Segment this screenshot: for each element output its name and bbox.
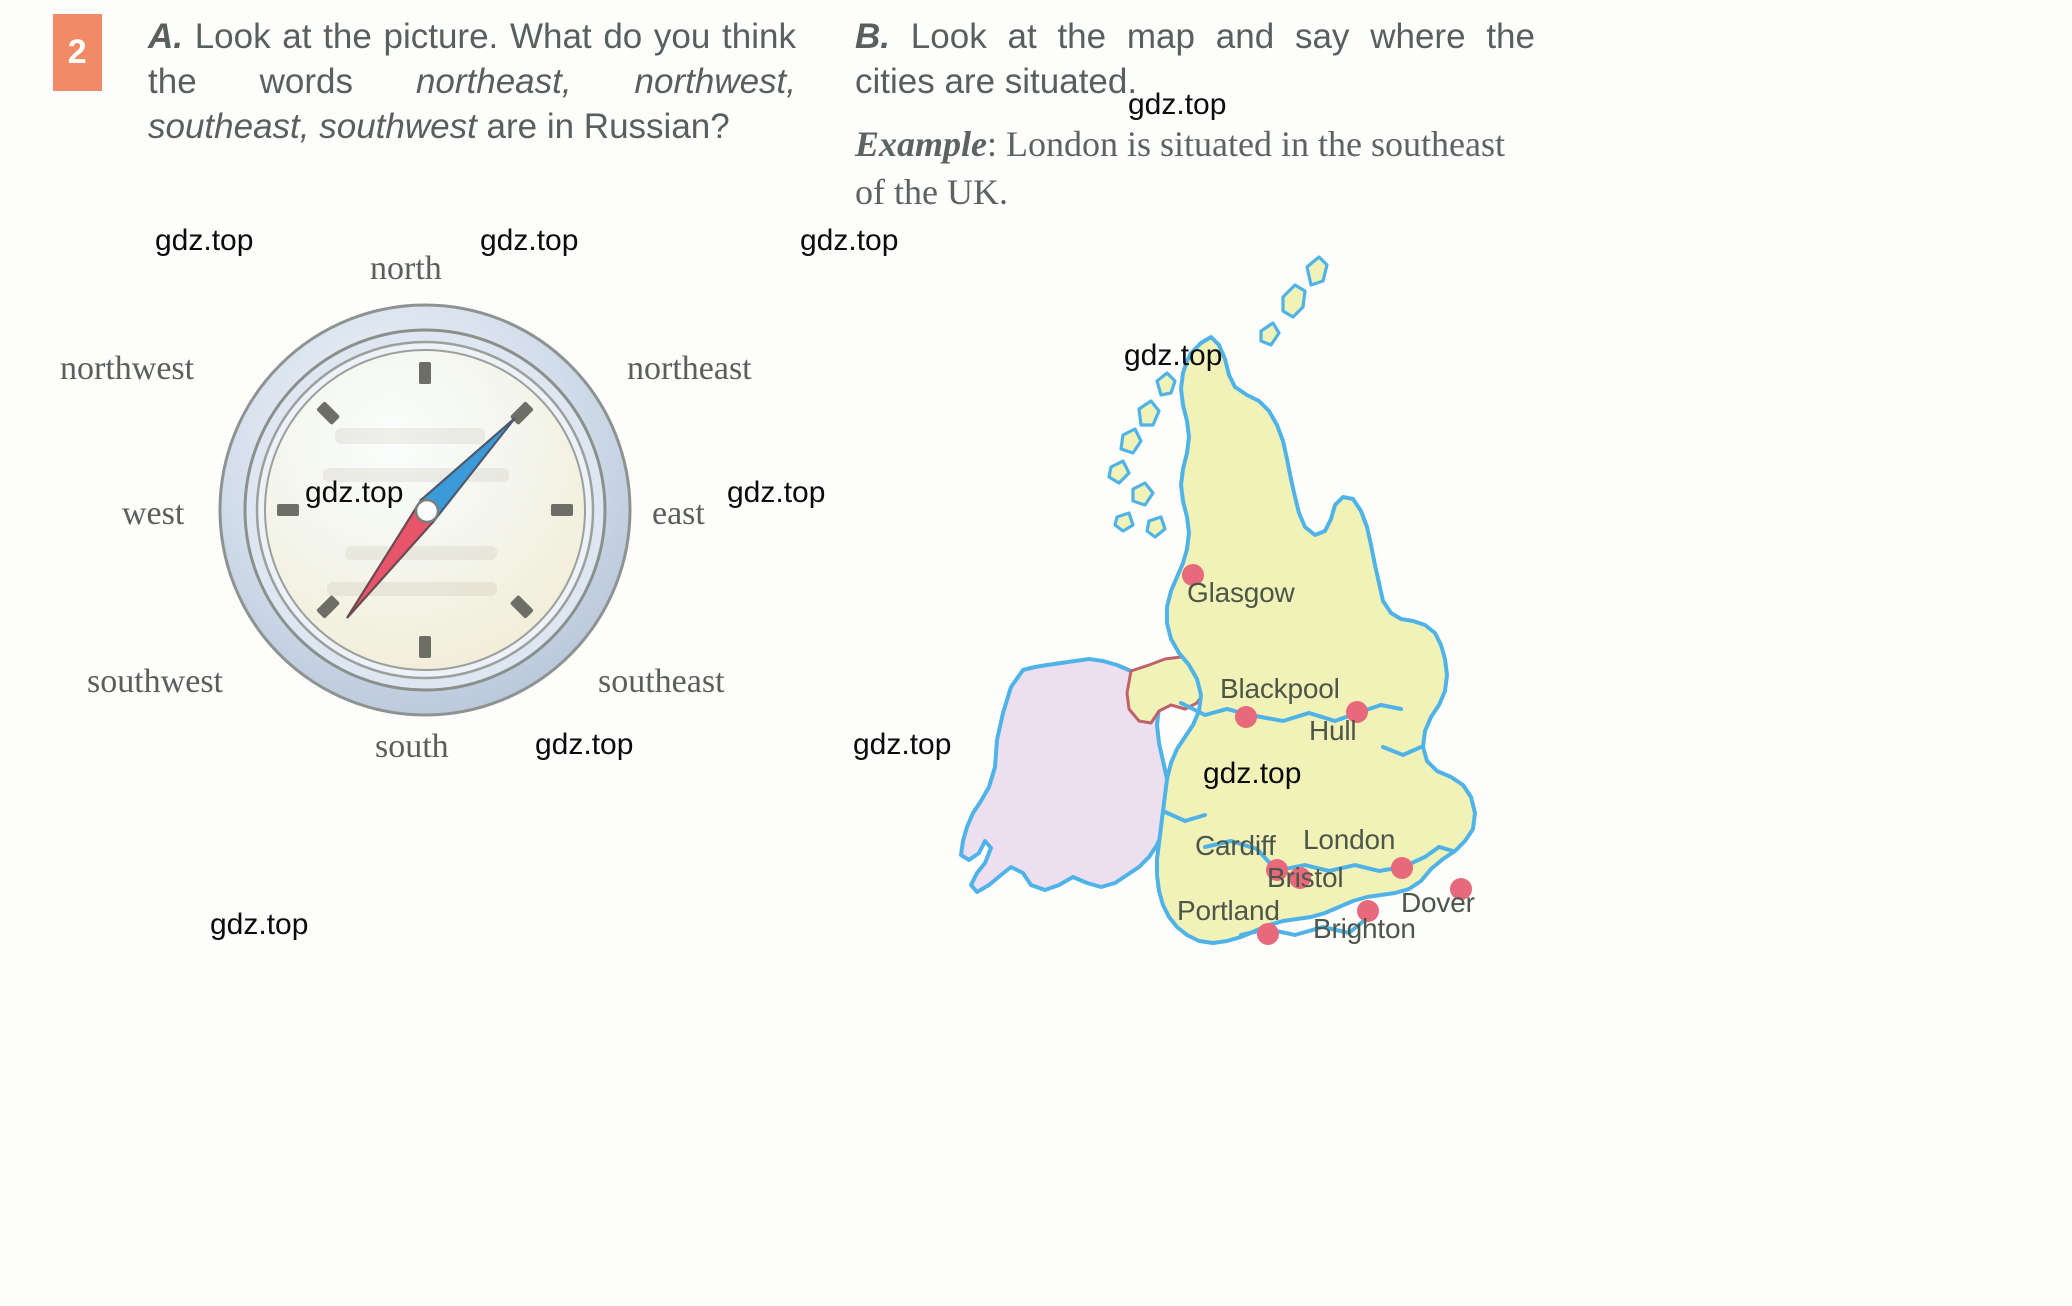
- task-a-italic-words: northeast, northwest, southeast, southwe…: [148, 62, 797, 146]
- task-a-label: A.: [148, 17, 183, 56]
- watermark: gdz.top: [210, 908, 309, 941]
- compass-label-north: north: [370, 250, 442, 287]
- watermark: gdz.top: [853, 728, 952, 761]
- city-label-portland: Portland: [1177, 895, 1280, 926]
- compass-label-southwest: southwest: [87, 663, 223, 700]
- exercise-number-badge: 2: [53, 14, 102, 91]
- compass-svg: [218, 303, 632, 717]
- textbook-page: 2 A. Look at the picture. What do you th…: [0, 0, 2072, 1306]
- example-word: Example: [855, 124, 987, 164]
- city-dot-london: [1391, 857, 1413, 879]
- city-label-blackpool: Blackpool: [1220, 673, 1340, 704]
- compass-label-northeast: northeast: [627, 350, 752, 387]
- watermark: gdz.top: [800, 224, 899, 257]
- example-colon: :: [987, 124, 998, 164]
- compass-needle-pivot: [414, 498, 440, 524]
- task-a-body: Look at the picture. What do you think t…: [148, 17, 797, 146]
- watermark: gdz.top: [480, 224, 579, 257]
- compass-illustration: [215, 300, 635, 720]
- task-b-label: B.: [855, 17, 890, 56]
- watermark: gdz.top: [1128, 88, 1227, 121]
- watermark: gdz.top: [305, 476, 404, 509]
- city-dot-blackpool: [1235, 706, 1257, 728]
- city-label-glasgow: Glasgow: [1187, 577, 1295, 608]
- exercise-number: 2: [67, 33, 88, 71]
- city-label-hull: Hull: [1309, 715, 1357, 746]
- compass-label-east: east: [652, 495, 705, 532]
- city-label-brighton: Brighton: [1313, 913, 1416, 944]
- watermark: gdz.top: [155, 224, 254, 257]
- watermark: gdz.top: [1203, 757, 1302, 790]
- compass-label-south: south: [375, 728, 449, 765]
- compass-label-northwest: northwest: [60, 350, 195, 387]
- compass-label-west: west: [122, 495, 185, 532]
- watermark: gdz.top: [535, 728, 634, 761]
- city-label-cardiff: Cardiff: [1195, 830, 1276, 861]
- watermark: gdz.top: [727, 476, 826, 509]
- compass-label-southeast: southeast: [598, 663, 725, 700]
- city-label-london: London: [1303, 824, 1396, 855]
- watermark: gdz.top: [1124, 339, 1223, 372]
- example-sentence: Example: London is situated in the south…: [855, 120, 1535, 216]
- task-a-text: A. Look at the picture. What do you thin…: [148, 14, 796, 149]
- city-label-bristol: Bristol: [1267, 862, 1344, 893]
